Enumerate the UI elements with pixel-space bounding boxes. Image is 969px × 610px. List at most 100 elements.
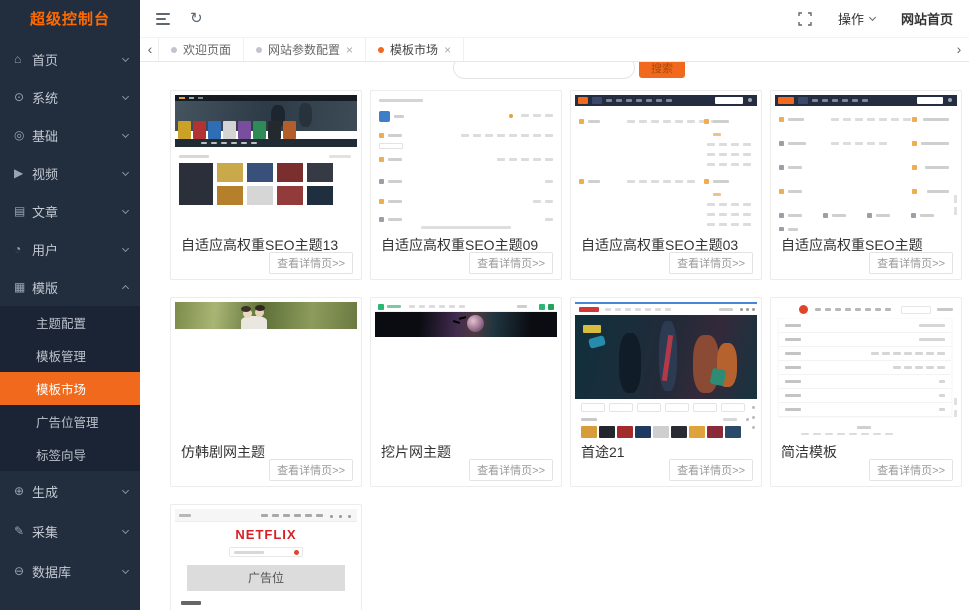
sidebar-item-generate[interactable]: ⊕ 生成: [0, 471, 140, 511]
sidebar-item-system[interactable]: ⊙ 系统: [0, 78, 140, 116]
preview-shape: [379, 99, 423, 102]
preview-shape: [421, 226, 511, 229]
preview-shape: [388, 180, 402, 183]
sidebar-item-video[interactable]: ▶ 视频: [0, 154, 140, 192]
preview-shape: [867, 142, 875, 145]
preview-shape: [937, 366, 945, 369]
preview-shape: [179, 155, 209, 158]
sidebar-item-template-market[interactable]: 模板市场: [0, 372, 140, 405]
tab-welcome[interactable]: 欢迎页面: [158, 38, 244, 61]
template-card[interactable]: 自适应高权重SEO主题09 查看详情页>>: [370, 90, 562, 280]
preview-shape: [268, 121, 281, 139]
preview-shape: [379, 157, 384, 162]
preview-shape: [533, 200, 553, 203]
sidebar-item-template-manage[interactable]: 模板管理: [0, 339, 140, 372]
tabs-scroll-right-icon[interactable]: ›: [951, 38, 967, 62]
preview-shape: [379, 217, 384, 222]
submenu-item-label: 广告位管理: [36, 412, 99, 431]
template-card[interactable]: 首途21 查看详情页>>: [570, 297, 762, 487]
view-detail-button[interactable]: 查看详情页>>: [469, 459, 553, 481]
preview-shape: [885, 308, 891, 311]
preview-shape: [731, 143, 739, 146]
preview-shape: [926, 352, 934, 355]
preview-shape: [719, 213, 727, 216]
preview-shape: [238, 121, 251, 139]
preview-shape: [605, 308, 671, 311]
template-title: 简洁模板: [781, 442, 837, 462]
search-button[interactable]: 搜索: [639, 62, 685, 78]
view-detail-button[interactable]: 查看详情页>>: [669, 252, 753, 274]
tabs-scroll-left-icon[interactable]: ‹: [142, 38, 158, 62]
preview-shape: [581, 418, 597, 421]
preview-shape: [843, 118, 851, 121]
preview-shape: [777, 318, 953, 418]
preview-shape: [939, 408, 945, 411]
fullscreen-icon[interactable]: [798, 12, 812, 26]
tab-site-params[interactable]: 网站参数配置 ×: [244, 38, 366, 61]
refresh-icon[interactable]: ↻: [190, 11, 203, 26]
view-detail-button[interactable]: 查看详情页>>: [669, 459, 753, 481]
collapse-menu-icon[interactable]: [156, 13, 170, 25]
preview-shape: [939, 408, 945, 411]
sidebar-item-ad-manage[interactable]: 广告位管理: [0, 405, 140, 438]
preview-shape: [378, 304, 384, 310]
view-detail-button[interactable]: 查看详情页>>: [869, 459, 953, 481]
preview-shape: [241, 306, 251, 312]
template-preview-wapian: [375, 302, 557, 438]
preview-shape: [581, 403, 605, 412]
preview-shape: [704, 179, 709, 184]
template-icon: ▦: [14, 280, 32, 294]
sidebar-item-template[interactable]: ▦ 模版: [0, 268, 140, 306]
sidebar-item-database[interactable]: ⊖ 数据库: [0, 551, 140, 591]
sidebar-item-base[interactable]: ◎ 基础: [0, 116, 140, 154]
chevron-up-icon: [122, 285, 129, 292]
site-home-link[interactable]: 网站首页: [901, 9, 953, 28]
sidebar-item-collect[interactable]: ✎ 采集: [0, 511, 140, 551]
preview-shape: [785, 408, 801, 411]
view-detail-button[interactable]: 查看详情页>>: [269, 252, 353, 274]
preview-shape: [375, 312, 557, 337]
preview-shape: [743, 223, 751, 226]
preview-shape: [731, 213, 739, 216]
sidebar-item-theme-config[interactable]: 主题配置: [0, 306, 140, 339]
tab-template-market[interactable]: 模板市场 ×: [366, 38, 464, 61]
preview-shape: [743, 203, 751, 206]
app-logo[interactable]: 超级控制台: [0, 0, 140, 40]
preview-shape: [588, 180, 600, 183]
preview-shape: [893, 366, 901, 369]
preview-shape: [533, 200, 541, 203]
template-card[interactable]: 挖片网主题 查看详情页>>: [370, 297, 562, 487]
template-card[interactable]: 仿韩剧网主题 查看详情页>>: [170, 297, 362, 487]
operate-dropdown[interactable]: 操作: [838, 9, 875, 28]
preview-shape: [189, 97, 194, 99]
preview-shape: [867, 118, 875, 121]
view-detail-button[interactable]: 查看详情页>>: [269, 459, 353, 481]
sidebar-item-article[interactable]: ▤ 文章: [0, 192, 140, 230]
template-card[interactable]: 自适应高权重SEO主题03 查看详情页>>: [570, 90, 762, 280]
sidebar-item-user[interactable]: ◔ 用户: [0, 230, 140, 268]
preview-shape: [625, 308, 631, 311]
preview-shape: [915, 366, 923, 369]
preview-shape: [719, 143, 727, 146]
close-icon[interactable]: ×: [444, 44, 451, 56]
close-icon[interactable]: ×: [346, 44, 353, 56]
preview-shape: [579, 307, 599, 312]
preview-shape: [181, 601, 201, 605]
sidebar-item-tag-wizard[interactable]: 标签向导: [0, 438, 140, 471]
preview-shape: [178, 121, 191, 139]
sidebar-item-home[interactable]: ⌂ 首页: [0, 40, 140, 78]
preview-shape: [229, 547, 303, 557]
preview-shape: [497, 134, 505, 137]
template-card[interactable]: 自适应高权重SEO主题 查看详情页>>: [770, 90, 962, 280]
search-input[interactable]: [453, 62, 635, 79]
view-detail-button[interactable]: 查看详情页>>: [869, 252, 953, 274]
template-card[interactable]: 简洁模板 查看详情页>>: [770, 297, 962, 487]
sidebar-item-label: 采集: [32, 522, 123, 541]
template-card[interactable]: 自适应高权重SEO主题13 查看详情页>>: [170, 90, 362, 280]
preview-shape: [545, 180, 553, 183]
view-detail-button[interactable]: 查看详情页>>: [469, 252, 553, 274]
preview-shape: [835, 308, 841, 311]
preview-shape: [832, 214, 846, 217]
preview-shape: [261, 514, 323, 517]
template-card[interactable]: NETFLIX 广告位: [170, 504, 362, 610]
